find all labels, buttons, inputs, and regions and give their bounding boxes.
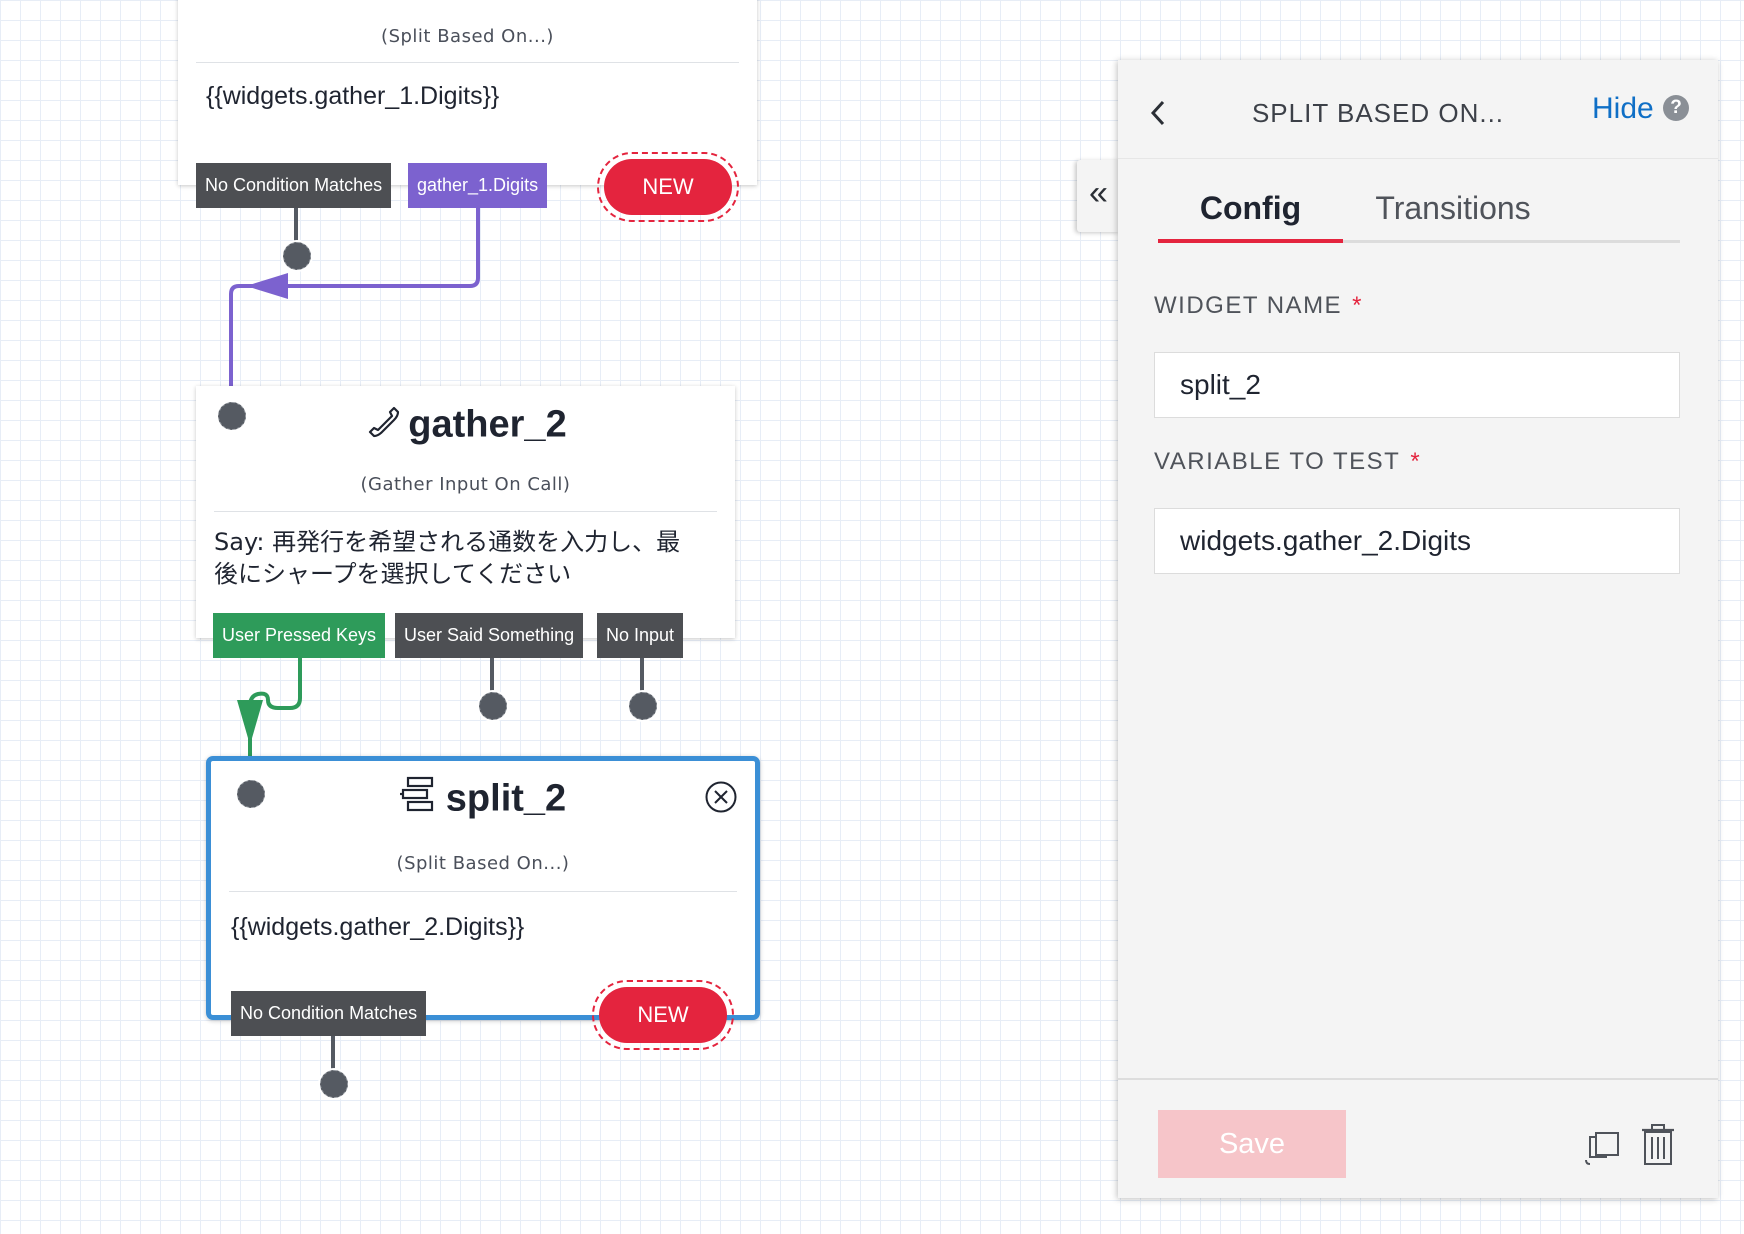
widget-name-label: WIDGET NAME * (1154, 292, 1363, 319)
new-transition-label: NEW (604, 159, 732, 215)
gather-widget[interactable]: gather_2 (Gather Input On Call) Say: 再発行… (196, 386, 735, 638)
tab-transitions[interactable]: Transitions (1343, 190, 1563, 246)
widget-config-panel: SPLIT BASED ON... Hide ? Config Transiti… (1118, 60, 1718, 1198)
delete-widget-button[interactable] (1638, 1122, 1678, 1168)
connector-gather-1-digits-arrow (246, 273, 288, 299)
save-button-label: Save (1218, 1128, 1286, 1160)
transition-no-input[interactable]: No Input (597, 613, 684, 658)
transition-user-pressed-keys[interactable]: User Pressed Keys (213, 613, 386, 658)
new-transition-button[interactable]: NEW (597, 152, 739, 222)
panel-header-divider (1118, 158, 1718, 159)
widget-body: {{widgets.gather_2.Digits}} (231, 913, 525, 941)
connector-port[interactable] (218, 402, 246, 430)
help-icon[interactable]: ? (1663, 95, 1689, 121)
collapse-panel-button[interactable]: « (1077, 160, 1120, 232)
widget-subtitle: (Split Based On...) (381, 26, 554, 47)
widget-subtitle: (Split Based On...) (396, 853, 570, 874)
save-button[interactable]: Save (1158, 1110, 1346, 1178)
duplicate-icon (1585, 1132, 1619, 1165)
widget-title: gather_2 (196, 402, 735, 448)
connector-port[interactable] (237, 780, 265, 808)
active-tab-indicator (1158, 239, 1343, 243)
connector-gather-1-digits (229, 208, 480, 386)
required-mark: * (1410, 448, 1422, 475)
widget-divider (196, 62, 739, 63)
widget-subtitle: (Gather Input On Call) (360, 474, 571, 495)
tab-config[interactable]: Config (1158, 190, 1343, 246)
back-button[interactable] (1148, 96, 1176, 136)
tab-config-label: Config (1199, 190, 1302, 226)
transition-no-condition-matches[interactable]: No Condition Matches (196, 163, 392, 208)
transition-user-said-something[interactable]: User Said Something (395, 613, 584, 658)
widget-body: {{widgets.gather_1.Digits}} (206, 82, 500, 110)
widget-divider (229, 891, 737, 892)
connector-port[interactable] (629, 692, 657, 720)
transition-no-condition-matches[interactable]: No Condition Matches (231, 991, 427, 1036)
remove-widget-button[interactable] (705, 781, 737, 813)
hide-link[interactable]: Hide (1592, 92, 1654, 126)
split-icon (399, 775, 438, 823)
duplicate-widget-button[interactable] (1580, 1124, 1624, 1168)
connector-user-pressed-keys (248, 658, 302, 762)
widget-divider (214, 511, 717, 512)
chevron-left-icon (1150, 100, 1165, 126)
double-chevron-left-icon: « (1089, 174, 1108, 212)
panel-title: SPLIT BASED ON... (1251, 98, 1505, 128)
connector-port[interactable] (320, 1070, 348, 1098)
phone-icon (364, 402, 400, 448)
widget-title: split_2 (211, 775, 755, 823)
widget-title-text: split_2 (445, 777, 567, 820)
new-transition-button[interactable]: NEW (592, 980, 734, 1050)
required-mark: * (1352, 292, 1363, 319)
widget-name-input[interactable] (1154, 352, 1680, 418)
widget-title-text: gather_2 (408, 403, 567, 446)
panel-footer-divider (1118, 1078, 1718, 1080)
new-transition-label: NEW (599, 987, 727, 1043)
connector-port[interactable] (283, 242, 311, 270)
variable-to-test-label: VARIABLE TO TEST * (1154, 448, 1422, 475)
transition-gather-1-digits[interactable]: gather_1.Digits (408, 163, 548, 208)
tab-transitions-label: Transitions (1375, 190, 1531, 226)
trash-icon (1642, 1124, 1674, 1165)
variable-to-test-input[interactable] (1154, 508, 1680, 574)
connector-port[interactable] (479, 692, 507, 720)
close-icon (705, 781, 737, 813)
widget-body: Say: 再発行を希望される通数を入力し、最後にシャープを選択してください (214, 528, 681, 588)
connector-user-pressed-keys-arrow (237, 700, 263, 745)
